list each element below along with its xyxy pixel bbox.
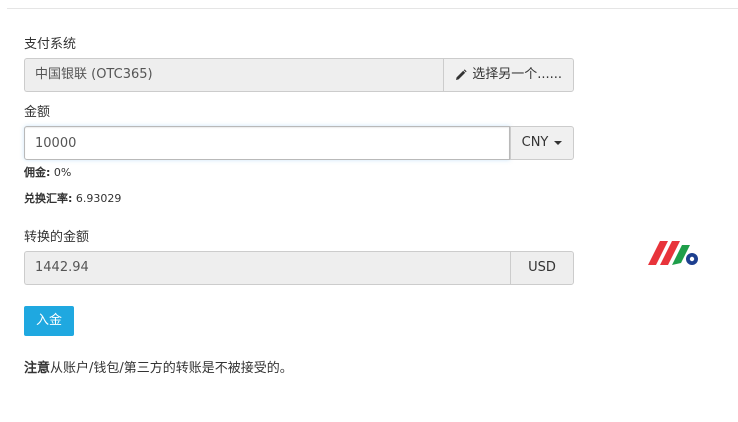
payment-system-label: 支付系统 <box>24 37 77 52</box>
amount-group: CNY <box>24 126 574 160</box>
exchange-rate-line: 兑换汇率: 6.93029 <box>24 192 121 206</box>
choose-other-button[interactable]: 选择另一个...... <box>443 58 574 92</box>
payment-system-group: 中国银联 (OTC365) 选择另一个...... <box>24 58 574 92</box>
transfer-note: 注意从账户/钱包/第三方的转账是不被接受的。 <box>24 361 293 377</box>
amount-input[interactable] <box>24 126 510 160</box>
note-strong: 注意 <box>24 361 51 376</box>
caret-down-icon <box>554 141 563 145</box>
deposit-button[interactable]: 入金 <box>24 306 74 336</box>
exchange-rate-value: 6.93029 <box>75 192 122 205</box>
payment-system-field: 中国银联 (OTC365) <box>24 58 444 92</box>
logo-icon <box>648 241 698 265</box>
commission-line: 佣金: 0% <box>24 166 71 180</box>
note-text: 从账户/钱包/第三方的转账是不被接受的。 <box>50 361 293 376</box>
commission-label: 佣金: <box>24 166 51 179</box>
converted-amount-field: 1442.94 <box>24 251 510 285</box>
converted-amount-group: 1442.94 USD <box>24 251 574 285</box>
exchange-rate-label: 兑换汇率: <box>24 192 73 205</box>
amount-currency-label: CNY <box>521 135 549 150</box>
commission-value: 0% <box>53 166 72 179</box>
converted-currency-label: USD <box>510 251 574 285</box>
pencil-icon <box>456 69 467 80</box>
top-divider <box>7 8 738 9</box>
choose-other-label: 选择另一个...... <box>472 67 562 82</box>
converted-amount-label: 转换的金额 <box>24 230 90 245</box>
amount-currency-dropdown[interactable]: CNY <box>510 126 574 160</box>
amount-label: 金额 <box>24 105 51 120</box>
